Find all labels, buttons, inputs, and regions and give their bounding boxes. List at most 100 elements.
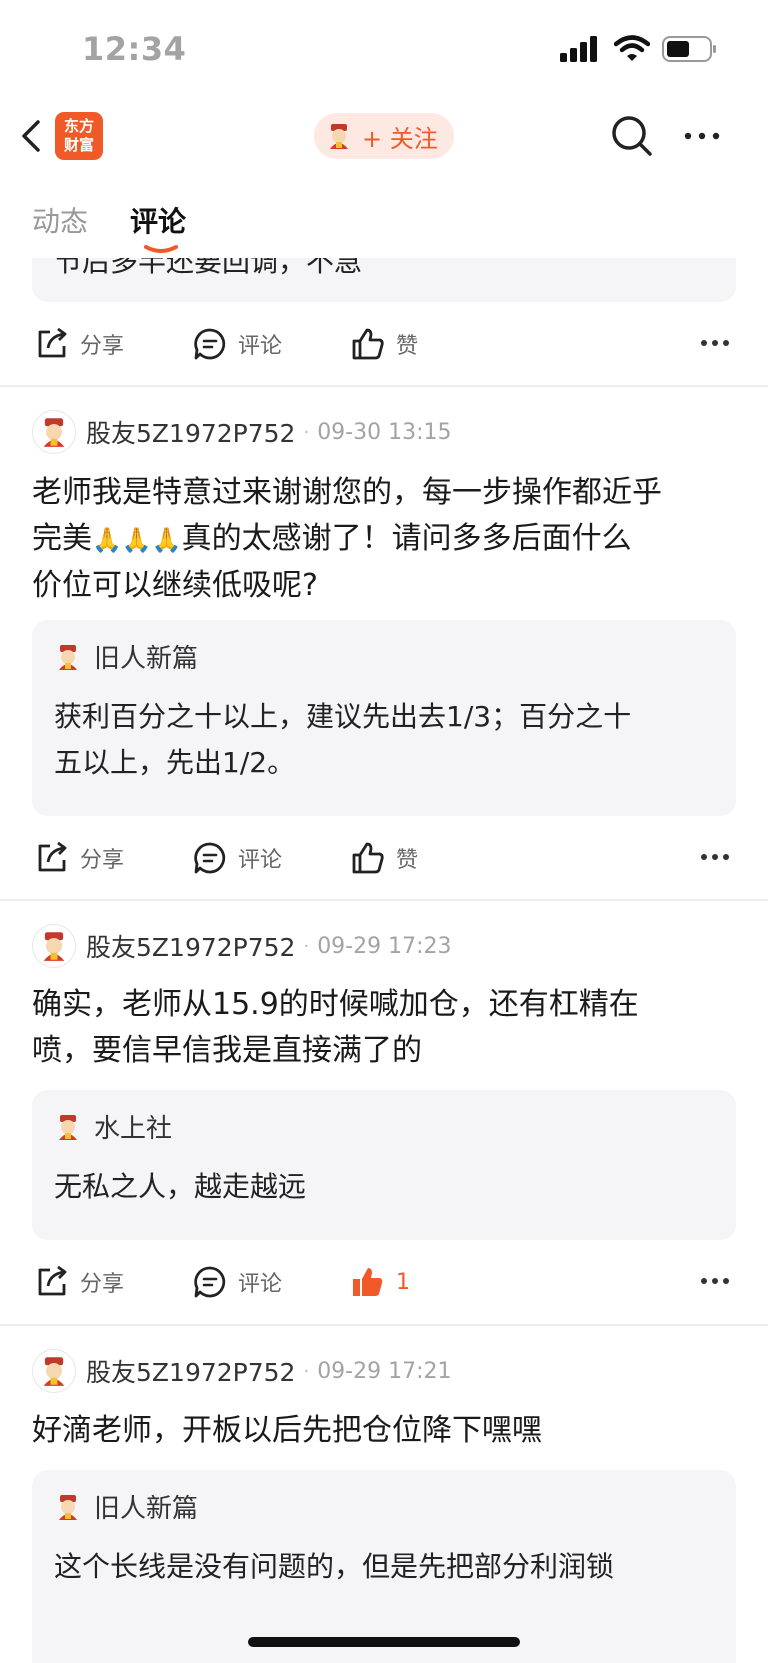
reply-box[interactable]: 旧人新篇 获利百分之十以上，建议先出去1/3；百分之十 五以上，先出1/2。 xyxy=(32,620,736,816)
comment-label: 评论 xyxy=(238,1272,283,1297)
share-label: 分享 xyxy=(80,848,125,873)
top-nav-bar: 东方 财富 + 关注 xyxy=(0,104,768,168)
reply-author[interactable]: 水上社 xyxy=(94,1108,172,1145)
like-button-active[interactable]: 1 xyxy=(350,1252,410,1312)
more-options-icon[interactable] xyxy=(682,118,722,154)
avatar[interactable] xyxy=(32,1349,76,1393)
tab-dynamics[interactable]: 动态 xyxy=(32,200,88,240)
more-icon[interactable] xyxy=(700,852,730,862)
thumbs-up-icon xyxy=(352,328,384,360)
divider xyxy=(0,385,768,387)
comment-line: 喷，要信早信我是直接满了的 xyxy=(32,1033,422,1068)
share-label: 分享 xyxy=(80,334,125,359)
divider xyxy=(0,1324,768,1326)
reply-text: 节后多半还要回调，不急 xyxy=(54,258,363,278)
reply-text: 获利百分之十以上，建议先出去1/3；百分之十 五以上，先出1/2。 xyxy=(54,694,714,786)
comment-text: 确实，老师从15.9的时候喊加仓，还有杠精在 喷，要信早信我是直接满了的 xyxy=(32,982,736,1074)
logo-text-line1: 东方 xyxy=(63,117,94,135)
reply-box: 节后多半还要回调，不急 xyxy=(32,258,736,302)
share-button[interactable]: 分享 xyxy=(34,828,124,888)
comment-label: 评论 xyxy=(238,848,283,873)
comment-header: 股友5Z1972P752 · 09-29 17:21 xyxy=(32,1347,452,1395)
cellular-signal-icon xyxy=(560,36,597,62)
avatar xyxy=(324,121,354,151)
comment-line: 好滴老师，开板以后先把仓位降下嘿嘿 xyxy=(32,1413,542,1448)
reply-box[interactable]: 旧人新篇 这个长线是没有问题的，但是先把部分利润锁 xyxy=(32,1470,736,1663)
fortune-god-avatar-icon xyxy=(330,124,348,149)
comment-header: 股友5Z1972P752 · 09-30 13:15 xyxy=(32,408,452,456)
separator-dot: · xyxy=(303,935,310,957)
follow-label: + 关注 xyxy=(362,124,438,153)
reply-line: 这个长线是没有问题的，但是先把部分利润锁 xyxy=(54,1550,615,1583)
back-chevron-icon[interactable] xyxy=(18,118,48,154)
avatar[interactable] xyxy=(32,410,76,454)
share-button[interactable]: 分享 xyxy=(34,314,124,374)
battery-icon xyxy=(662,36,716,62)
reply-author[interactable]: 旧人新篇 xyxy=(94,638,198,675)
action-bar: 分享 评论 1 xyxy=(0,1252,768,1312)
comment-bubble-icon xyxy=(194,328,226,360)
comment-bubble-icon xyxy=(194,842,226,874)
like-button[interactable]: 赞 xyxy=(350,828,418,888)
like-button[interactable]: 赞 xyxy=(350,314,418,374)
wifi-icon xyxy=(614,35,650,61)
comment-feed[interactable]: 节后多半还要回调，不急 分享 评论 赞 股友5Z1972P752 · 09-30… xyxy=(0,258,768,1663)
reply-header: 旧人新篇 xyxy=(54,1488,198,1525)
action-bar: 分享 评论 赞 xyxy=(0,828,768,888)
share-icon xyxy=(38,841,67,872)
share-icon xyxy=(38,1265,67,1296)
comment-button[interactable]: 评论 xyxy=(192,828,282,888)
comment-button[interactable]: 评论 xyxy=(192,1252,282,1312)
app-logo[interactable]: 东方 财富 xyxy=(55,112,103,160)
comment-label: 评论 xyxy=(238,334,283,359)
reply-author[interactable]: 旧人新篇 xyxy=(94,1488,198,1525)
like-label: 赞 xyxy=(396,848,419,873)
reply-line: 获利百分之十以上，建议先出去1/3；百分之十 xyxy=(54,700,632,733)
fortune-god-avatar-icon xyxy=(43,418,65,447)
comment-line: 老师我是特意过来谢谢您的，每一步操作都近乎 xyxy=(32,475,662,510)
comment-text: 老师我是特意过来谢谢您的，每一步操作都近乎 完美🙏🙏🙏真的太感谢了！请问多多后面… xyxy=(32,470,736,609)
share-button[interactable]: 分享 xyxy=(34,1252,124,1312)
like-label: 赞 xyxy=(396,334,419,359)
username[interactable]: 股友5Z1972P752 xyxy=(86,928,295,964)
folded-hands-emoji: 🙏🙏🙏 xyxy=(92,526,182,554)
fortune-god-avatar-icon xyxy=(43,1357,65,1386)
username[interactable]: 股友5Z1972P752 xyxy=(86,1353,295,1389)
reply-line: 五以上，先出1/2。 xyxy=(54,746,296,779)
active-tab-indicator xyxy=(144,245,178,253)
tab-comments[interactable]: 评论 xyxy=(130,200,186,240)
reply-box[interactable]: 水上社 无私之人，越走越远 xyxy=(32,1090,736,1240)
home-indicator[interactable] xyxy=(248,1637,520,1647)
logo-text-line2: 财富 xyxy=(63,136,94,154)
comment-time: 09-29 17:23 xyxy=(317,933,452,959)
follow-button[interactable]: + 关注 xyxy=(314,113,454,159)
separator-dot: · xyxy=(303,421,310,443)
like-count: 1 xyxy=(396,1269,410,1295)
avatar[interactable] xyxy=(32,924,76,968)
reply-text: 无私之人，越走越远 xyxy=(54,1164,714,1210)
username[interactable]: 股友5Z1972P752 xyxy=(86,414,295,450)
reply-header: 水上社 xyxy=(54,1108,172,1145)
fortune-god-avatar-icon xyxy=(43,932,65,961)
separator-dot: · xyxy=(303,1360,310,1382)
more-icon[interactable] xyxy=(700,1276,730,1286)
thumbs-up-icon xyxy=(352,842,384,874)
tab-bar: 动态 评论 xyxy=(0,190,768,258)
comment-line: 价位可以继续低吸呢? xyxy=(32,568,318,603)
comment-button[interactable]: 评论 xyxy=(192,314,282,374)
search-icon[interactable] xyxy=(610,114,654,158)
status-time: 12:34 xyxy=(82,30,187,68)
reply-text: 这个长线是没有问题的，但是先把部分利润锁 xyxy=(54,1544,714,1590)
comment-line-start: 完美 xyxy=(32,521,92,556)
comment-time: 09-29 17:21 xyxy=(317,1358,452,1384)
share-label: 分享 xyxy=(80,1272,125,1297)
comment-bubble-icon xyxy=(194,1266,226,1298)
reply-line: 无私之人，越走越远 xyxy=(54,1170,307,1203)
more-icon[interactable] xyxy=(700,338,730,348)
action-bar: 分享 评论 赞 xyxy=(0,314,768,374)
comment-line: 完美🙏🙏🙏真的太感谢了！请问多多后面什么 xyxy=(32,516,736,563)
share-icon xyxy=(38,327,67,358)
comment-line-end: 真的太感谢了！请问多多后面什么 xyxy=(181,521,632,556)
fortune-god-avatar-icon xyxy=(59,1114,77,1140)
thumbs-up-filled-icon xyxy=(353,1268,383,1296)
